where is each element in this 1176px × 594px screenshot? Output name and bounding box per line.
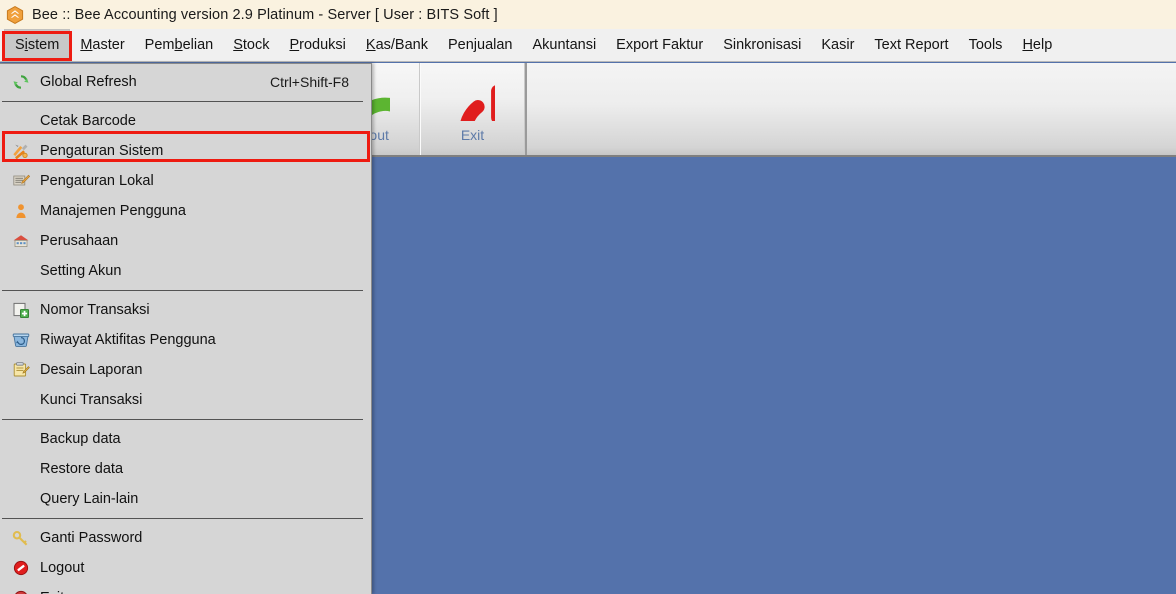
menu-item-backup-data[interactable]: Backup data bbox=[0, 424, 371, 454]
window-title: Bee :: Bee Accounting version 2.9 Platin… bbox=[32, 6, 498, 23]
menubar-item-pembelian[interactable]: Pembelian bbox=[135, 29, 224, 61]
menu-item-label: Setting Akun bbox=[40, 263, 122, 279]
menu-item-label: Ganti Password bbox=[40, 530, 143, 546]
menubar-item-label: Stock bbox=[233, 37, 270, 53]
menubar-item-kasir[interactable]: Kasir bbox=[811, 29, 864, 61]
menu-separator bbox=[2, 419, 363, 420]
menu-item-label: Logout bbox=[40, 560, 85, 576]
menubar-item-label: Sistem bbox=[15, 37, 60, 53]
menubar-item-label: Akuntansi bbox=[532, 37, 597, 53]
menubar-item-label: Tools bbox=[968, 37, 1003, 53]
menu-item-label: Global Refresh bbox=[40, 74, 137, 90]
menu-item-pengaturan-sistem[interactable]: Pengaturan Sistem bbox=[0, 136, 371, 166]
history-blue-icon bbox=[10, 330, 32, 350]
menu-item-label: Pengaturan Sistem bbox=[40, 143, 164, 159]
menu-item-exit[interactable]: Exit bbox=[0, 583, 371, 594]
bee-hexagon-icon bbox=[6, 5, 24, 24]
menubar-item-label: Kasir bbox=[821, 37, 855, 53]
menubar-item-penjualan[interactable]: Penjualan bbox=[438, 29, 523, 61]
menu-item-label: Nomor Transaksi bbox=[40, 302, 150, 318]
menu-item-no-icon bbox=[10, 489, 32, 509]
menubar-item-label: Penjualan bbox=[447, 37, 513, 53]
menu-item-no-icon bbox=[10, 429, 32, 449]
menubar-item-label: Text Report bbox=[874, 37, 949, 53]
menu-item-desain-laporan[interactable]: Desain Laporan bbox=[0, 355, 371, 385]
menu-item-no-icon bbox=[10, 459, 32, 479]
company-house-icon bbox=[10, 231, 32, 251]
menu-item-nomor-transaksi[interactable]: Nomor Transaksi bbox=[0, 295, 371, 325]
menubar-item-label: Produksi bbox=[289, 37, 346, 53]
refresh-green-icon bbox=[10, 72, 32, 92]
menu-item-no-icon bbox=[10, 111, 32, 131]
menubar-item-master[interactable]: Master bbox=[70, 29, 134, 61]
application-window: Bee :: Bee Accounting version 2.9 Platin… bbox=[0, 0, 1176, 594]
user-orange-icon bbox=[10, 201, 32, 221]
menu-separator bbox=[2, 518, 363, 519]
menu-item-no-icon bbox=[10, 261, 32, 281]
menu-separator bbox=[2, 290, 363, 291]
menubar-item-export-faktur[interactable]: Export Faktur bbox=[606, 29, 713, 61]
menu-bar: Sistem Master Pembelian Stock Produksi Kas/Ba… bbox=[0, 29, 1176, 62]
menu-item-restore-data[interactable]: Restore data bbox=[0, 454, 371, 484]
key-gold-icon bbox=[10, 528, 32, 548]
menubar-item-label: Pembelian bbox=[144, 37, 214, 53]
toolbar-button-exit[interactable]: Exit bbox=[420, 63, 525, 155]
menu-item-label: Query Lain-lain bbox=[40, 491, 139, 507]
tools-wrench-screwdriver-icon bbox=[10, 141, 32, 161]
logout-red-icon bbox=[10, 558, 32, 578]
menubar-item-label: Help bbox=[1022, 37, 1053, 53]
local-settings-pencil-icon bbox=[10, 171, 32, 191]
menubar-item-akuntansi[interactable]: Akuntansi bbox=[522, 29, 606, 61]
toolbar-empty-area bbox=[527, 63, 1176, 155]
menubar-item-label: Export Faktur bbox=[616, 37, 704, 53]
menu-item-label: Exit bbox=[40, 590, 371, 594]
menubar-item-kas-bank[interactable]: Kas/Bank bbox=[356, 29, 438, 61]
menubar-item-tools[interactable]: Tools bbox=[959, 29, 1013, 61]
menu-item-pengaturan-lokal[interactable]: Pengaturan Lokal bbox=[0, 166, 371, 196]
menu-item-query-lain-lain[interactable]: Query Lain-lain bbox=[0, 484, 371, 514]
menubar-item-stock[interactable]: Stock bbox=[223, 29, 279, 61]
menu-item-perusahaan[interactable]: Perusahaan bbox=[0, 226, 371, 256]
menubar-item-text-report[interactable]: Text Report bbox=[864, 29, 958, 61]
menu-item-label: Backup data bbox=[40, 431, 121, 447]
menu-separator bbox=[2, 101, 363, 102]
menu-item-ganti-password[interactable]: Ganti Password bbox=[0, 523, 371, 553]
menu-item-label: Cetak Barcode bbox=[40, 113, 136, 129]
menu-item-riwayat-aktifitas-pengguna[interactable]: Riwayat Aktifitas Pengguna bbox=[0, 325, 371, 355]
menubar-item-label: Master bbox=[80, 37, 125, 53]
menu-item-label: Perusahaan bbox=[40, 233, 119, 249]
menu-item-manajemen-pengguna[interactable]: Manajemen Pengguna bbox=[0, 196, 371, 226]
power-off-icon bbox=[443, 69, 503, 124]
menubar-item-sinkronisasi[interactable]: Sinkronisasi bbox=[713, 29, 811, 61]
sistem-dropdown-menu: Global Refresh Ctrl+Shift-F8 Cetak Barcode… bbox=[0, 63, 372, 594]
report-design-clipboard-icon bbox=[10, 360, 32, 380]
menubar-item-label: Kas/Bank bbox=[365, 37, 428, 53]
menu-item-label: Pengaturan Lokal bbox=[40, 173, 154, 189]
menu-item-label: Restore data bbox=[40, 461, 124, 477]
menubar-item-help[interactable]: Help bbox=[1012, 29, 1062, 61]
menu-item-label: Desain Laporan bbox=[40, 362, 143, 378]
add-document-green-plus-icon bbox=[10, 300, 32, 320]
toolbar-button-label: Exit bbox=[460, 127, 485, 143]
menu-item-no-icon bbox=[10, 390, 32, 410]
menu-item-setting-akun[interactable]: Setting Akun bbox=[0, 256, 371, 286]
menu-item-kunci-transaksi[interactable]: Kunci Transaksi bbox=[0, 385, 371, 415]
menubar-item-produksi[interactable]: Produksi bbox=[279, 29, 355, 61]
exit-red-icon bbox=[10, 588, 32, 594]
menu-item-cetak-barcode[interactable]: Cetak Barcode bbox=[0, 106, 371, 136]
menu-item-shortcut: Ctrl+Shift-F8 bbox=[270, 74, 349, 90]
menubar-item-label: Sinkronisasi bbox=[723, 37, 802, 53]
menu-item-global-refresh[interactable]: Global Refresh Ctrl+Shift-F8 bbox=[0, 67, 371, 97]
menu-item-logout[interactable]: Logout bbox=[0, 553, 371, 583]
menu-item-label: Riwayat Aktifitas Pengguna bbox=[40, 332, 216, 348]
title-bar: Bee :: Bee Accounting version 2.9 Platin… bbox=[0, 0, 1176, 29]
menu-item-label: Manajemen Pengguna bbox=[40, 203, 186, 219]
menubar-item-sistem[interactable]: Sistem bbox=[4, 29, 71, 61]
menu-item-label: Kunci Transaksi bbox=[40, 392, 143, 408]
